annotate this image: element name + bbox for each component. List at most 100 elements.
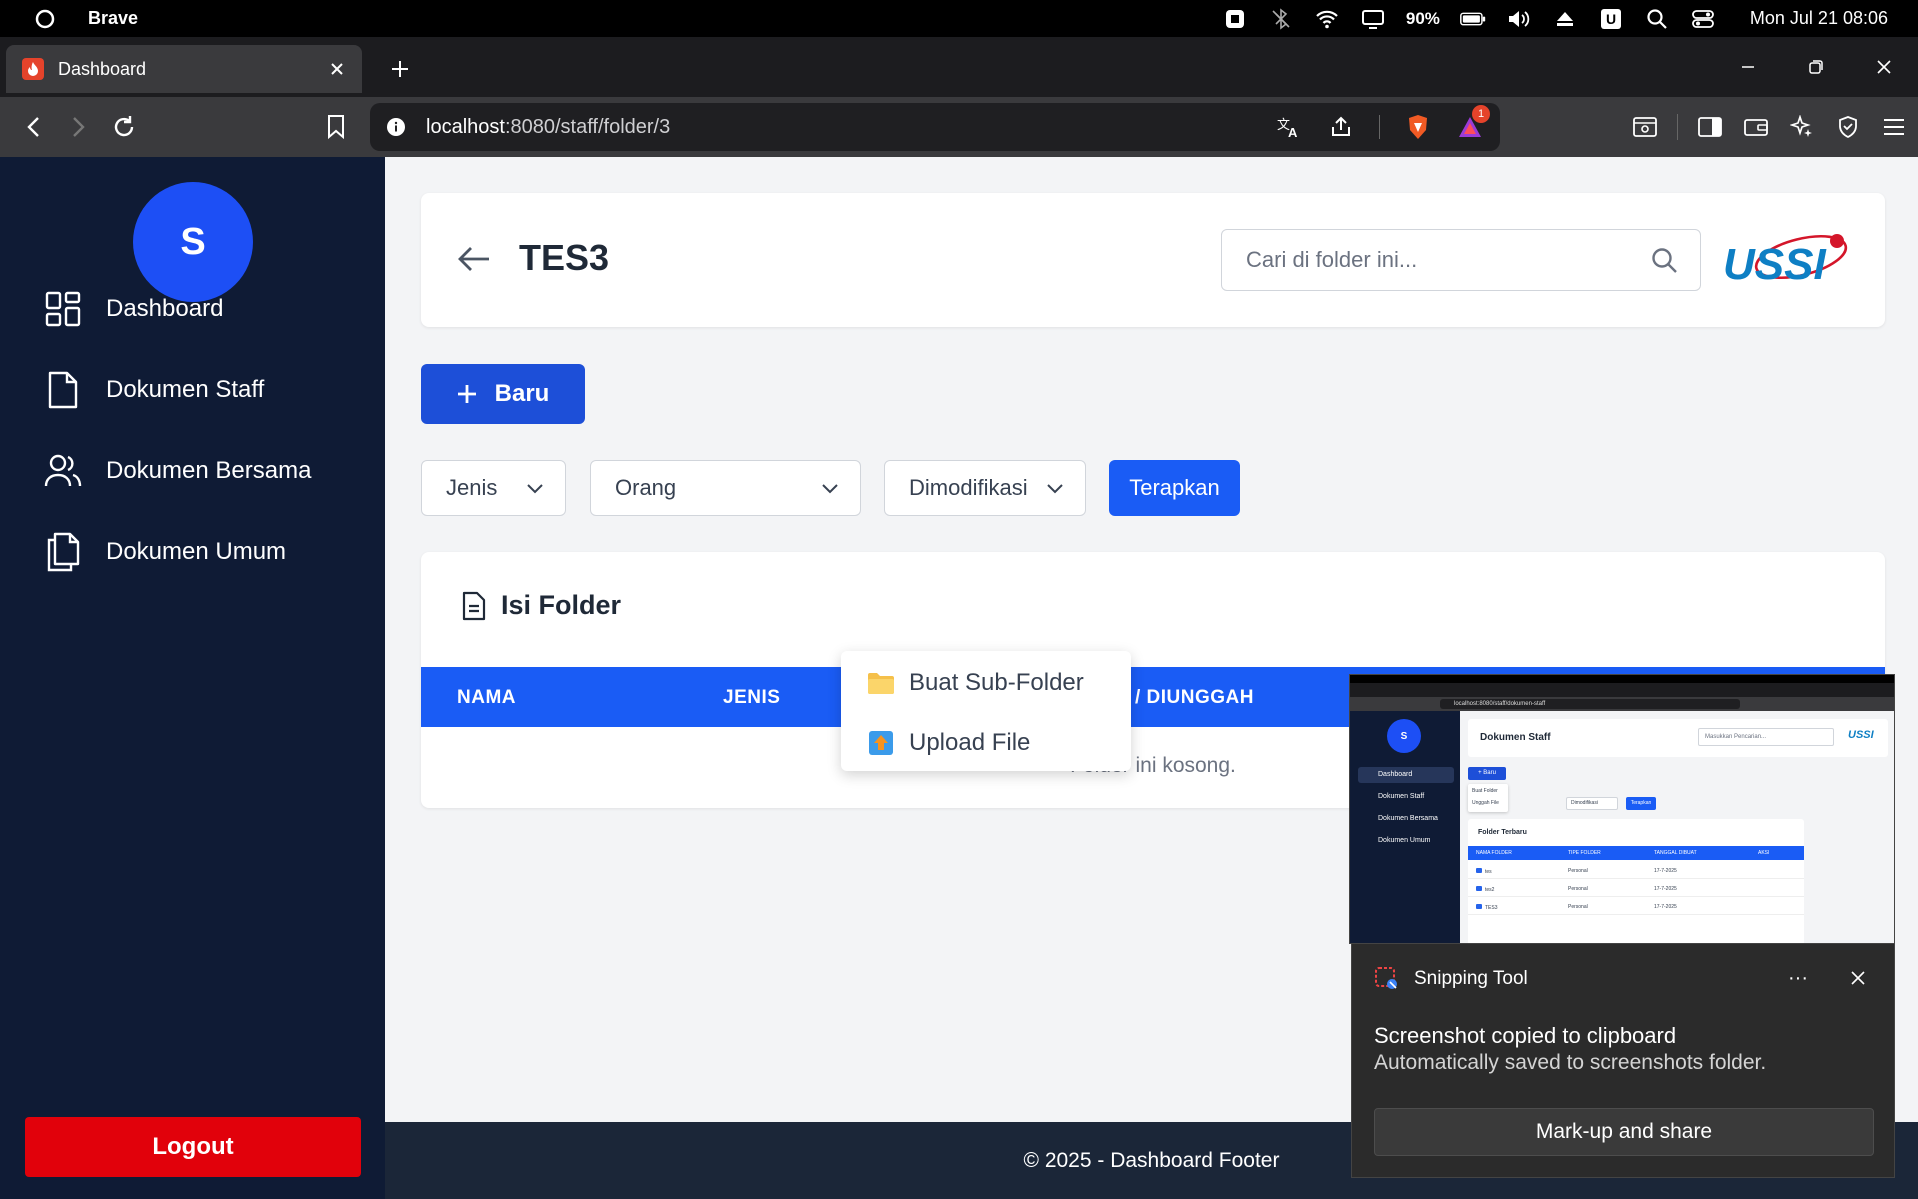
ussi-logo: USSI [1721, 227, 1851, 291]
share-icon[interactable] [1327, 113, 1355, 141]
os-menu-bar: Brave 90% U Mon Jul 21 08:06 [0, 0, 1918, 37]
more-options-icon[interactable]: ··· [1782, 962, 1814, 994]
sidebar-item-dashboard[interactable]: Dashboard [44, 285, 364, 333]
folder-heading-text: Isi Folder [501, 590, 622, 620]
bluetooth-off-icon[interactable] [1268, 6, 1294, 32]
filter-orang-select[interactable]: Orang [590, 460, 861, 516]
menu-item-upload-file[interactable]: Upload File [867, 723, 1030, 763]
browser-tab[interactable]: Dashboard [6, 45, 362, 93]
toast-title: Screenshot copied to clipboard [1374, 1023, 1677, 1048]
logout-button[interactable]: Logout [25, 1117, 361, 1177]
sidebar-toggle-icon[interactable] [1696, 113, 1724, 141]
sidebar-item-dokumen-bersama[interactable]: Dokumen Bersama [44, 447, 364, 495]
file-text-icon [461, 591, 487, 621]
app-sidebar: S Dashboard Dokumen Staff Dokumen Bersam… [0, 157, 385, 1199]
close-icon[interactable] [1842, 962, 1874, 994]
browser-tab-strip: Dashboard [0, 37, 1918, 97]
main-menu-icon[interactable] [1880, 113, 1908, 141]
translate-icon[interactable]: 文A [1275, 113, 1303, 141]
apply-filter-button[interactable]: Terapkan [1109, 460, 1240, 516]
thumb-logo: USSI [1848, 729, 1874, 741]
avatar[interactable]: S [133, 182, 253, 302]
markup-and-share-button[interactable]: Mark-up and share [1374, 1108, 1874, 1156]
battery-icon[interactable] [1459, 6, 1486, 32]
site-info-icon[interactable] [386, 117, 406, 137]
wifi-icon[interactable] [1314, 6, 1340, 32]
battery-percent: 90% [1405, 8, 1440, 28]
dashboard-grid-icon [44, 288, 82, 330]
back-arrow-icon[interactable] [455, 243, 493, 275]
thumb-avatar: S [1387, 719, 1421, 753]
plus-icon [457, 384, 477, 404]
restore-window-icon[interactable] [1782, 37, 1850, 97]
menu-item-label: Buat Sub-Folder [909, 669, 1084, 696]
chevron-down-icon [1047, 484, 1063, 494]
menu-item-create-subfolder[interactable]: Buat Sub-Folder [867, 663, 1084, 703]
leo-ai-icon[interactable] [1788, 113, 1816, 141]
search-icon[interactable] [1650, 246, 1678, 274]
display-icon[interactable] [1360, 6, 1386, 32]
sidebar-item-dokumen-staff[interactable]: Dokumen Staff [44, 366, 364, 414]
thumb-card-title: Folder Terbaru [1478, 829, 1527, 836]
filter-jenis-select[interactable]: Jenis [421, 460, 566, 516]
search-input[interactable] [1246, 247, 1650, 273]
thumb-nav-item: Dokumen Bersama [1378, 815, 1438, 822]
thumb-url: localhost:8080/staff/dokumen-staff [1440, 699, 1740, 709]
url-host: localhost [426, 115, 505, 138]
url-text[interactable]: localhost:8080/staff/folder/3 [426, 116, 1275, 139]
sidebar-item-label: Dashboard [106, 295, 224, 322]
new-button[interactable]: Baru [421, 364, 585, 424]
chevron-down-icon [527, 484, 543, 494]
thumb-row: tes Personal 17-7-2025 [1468, 863, 1804, 879]
thumb-col: TANGGAL DIBUAT [1654, 850, 1697, 856]
page-title: TES3 [519, 237, 610, 278]
filter-dimodifikasi-label: Dimodifikasi [909, 475, 1028, 500]
user-indicator-icon[interactable]: U [1598, 6, 1624, 32]
system-circle-icon[interactable] [32, 6, 58, 32]
snipping-tool-notification[interactable]: Snipping Tool ··· Screenshot copied to c… [1351, 944, 1895, 1178]
column-header-nama[interactable]: NAMA [457, 687, 516, 709]
close-window-icon[interactable] [1850, 37, 1918, 97]
sidebar-item-dokumen-umum[interactable]: Dokumen Umum [44, 528, 364, 576]
vpn-shield-icon[interactable] [1834, 113, 1862, 141]
os-clock[interactable]: Mon Jul 21 08:06 [1750, 8, 1888, 29]
control-center-icon[interactable] [1690, 6, 1716, 32]
brave-shields-icon[interactable] [1404, 113, 1432, 141]
reload-icon[interactable] [108, 111, 140, 143]
brave-rewards-icon[interactable]: 1 [1456, 105, 1490, 141]
thumb-row: TES3 Personal 17-7-2025 [1468, 899, 1804, 915]
active-app-name[interactable]: Brave [88, 8, 138, 29]
tab-close-icon[interactable] [326, 58, 348, 80]
screenshot-thumbnail[interactable]: localhost:8080/staff/dokumen-staff S Das… [1349, 674, 1895, 944]
thumb-col: AKSI [1758, 850, 1770, 856]
forward-nav-icon[interactable] [62, 111, 94, 143]
address-bar[interactable]: localhost:8080/staff/folder/3 文A 1 [370, 103, 1500, 151]
thumb-filter: Dimodifikasi [1566, 797, 1618, 810]
chevron-down-icon [822, 484, 838, 494]
folder-search[interactable] [1221, 229, 1701, 291]
wallet-icon[interactable] [1742, 113, 1770, 141]
page-header-card: TES3 USSI [421, 193, 1885, 327]
reader-mode-icon[interactable] [1631, 113, 1659, 141]
back-nav-icon[interactable] [18, 111, 50, 143]
new-button-label: Baru [494, 380, 550, 407]
thumb-nav-item: Dashboard [1358, 767, 1454, 783]
user-indicator-letter: U [1606, 11, 1616, 27]
record-icon[interactable] [1222, 6, 1248, 32]
volume-icon[interactable] [1506, 6, 1532, 32]
spotlight-search-icon[interactable] [1644, 6, 1670, 32]
column-header-diunggah[interactable]: / DIUNGGAH [1135, 687, 1254, 709]
snipping-tool-icon [1374, 966, 1400, 992]
filter-dimodifikasi-select[interactable]: Dimodifikasi [884, 460, 1086, 516]
column-header-jenis[interactable]: JENIS [723, 687, 780, 709]
eject-icon[interactable] [1552, 6, 1578, 32]
minimize-window-icon[interactable] [1714, 37, 1782, 97]
logo-text: USSI [1723, 240, 1826, 289]
thumb-nav-item: Dokumen Staff [1378, 793, 1425, 800]
sidebar-item-label: Dokumen Umum [106, 538, 287, 565]
rewards-notification-count: 1 [1472, 105, 1490, 123]
users-icon [44, 450, 82, 492]
thumb-menu-item: Buat Folder [1472, 788, 1498, 794]
new-tab-icon[interactable] [386, 55, 414, 83]
bookmark-icon[interactable] [320, 111, 352, 143]
